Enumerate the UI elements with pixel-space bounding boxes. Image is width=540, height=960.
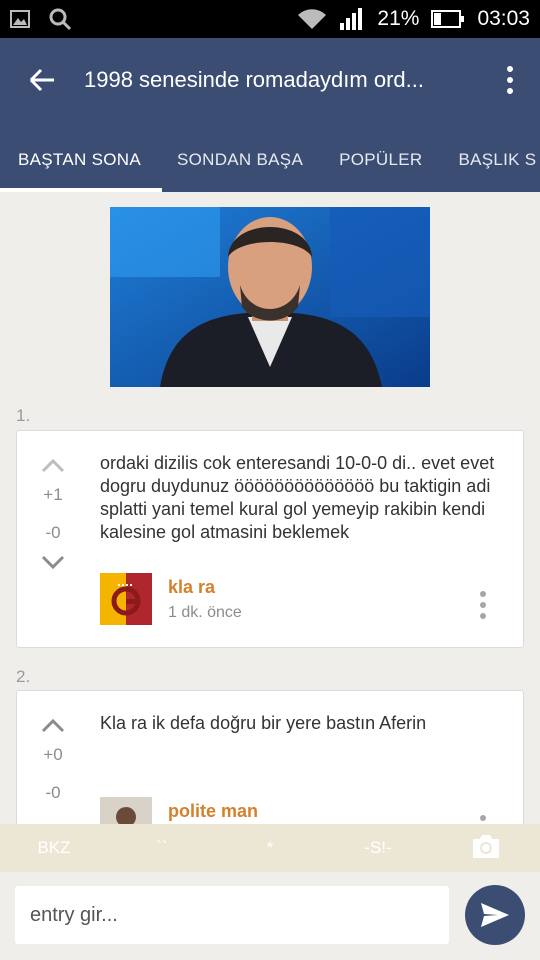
header-photo [110,207,430,387]
downvote-count: -0 [45,523,61,542]
app-bar: 1998 senesinde romadaydım ord... BAŞTAN … [0,38,540,192]
back-arrow-icon [29,68,54,92]
image-icon [10,10,30,28]
entry-number: 1. [16,406,31,425]
send-icon [481,903,509,927]
wifi-icon [298,9,327,30]
entry-text: ordaki dizilis cok enteresandi 10-0-0 di… [100,453,495,542]
entry-text: Kla ra ik defa doğru bir yere bastın Afe… [100,713,427,733]
entry-options-button[interactable] [479,815,487,824]
camera-button[interactable] [432,832,540,865]
overflow-menu-button[interactable] [480,66,540,94]
status-bar: 21% 03:03 [0,0,540,38]
backtick-button[interactable]: `` [108,838,216,858]
back-button[interactable] [0,68,84,92]
upvote-count: +0 [43,745,63,764]
upvote-icon[interactable] [41,717,65,733]
bkz-button[interactable]: BKZ [0,838,108,858]
tab-sondan-basa[interactable]: SONDAN BAŞA [177,122,303,170]
compose-bar [0,872,540,960]
vote-column: +0 -0 [41,717,65,803]
clock: 03:03 [477,7,530,30]
downvote-icon[interactable] [41,555,65,571]
author-avatar[interactable] [100,573,152,625]
search-icon [49,8,72,31]
entry-card: +1 -0 ordaki dizilis cok enteresandi 10-… [16,430,524,648]
format-toolbar: BKZ `` * -S!- [0,824,540,872]
tab-bar: BAŞTAN SONA SONDAN BAŞA POPÜLER BAŞLIK S [0,122,540,192]
battery-percent: 21% [377,7,420,30]
star-button[interactable]: * [216,838,324,858]
upvote-icon[interactable] [41,457,65,473]
entry-time: 1 dk. önce [168,604,242,621]
entry-input[interactable] [15,886,449,944]
send-button[interactable] [465,885,525,945]
entry-card: +0 -0 Kla ra ik defa doğru bir yere bast… [16,690,524,824]
vote-column: +1 -0 [41,457,65,571]
signal-icon [340,8,363,30]
tab-populer[interactable]: POPÜLER [339,122,422,170]
downvote-count: -0 [45,783,61,802]
tab-baslik[interactable]: BAŞLIK S [458,122,536,170]
battery-icon [431,10,465,28]
entry-number: 2. [16,667,31,686]
camera-icon [473,834,499,858]
author-name[interactable]: kla ra [168,577,215,598]
author-avatar[interactable] [100,797,152,824]
entry-list[interactable]: 1. +1 -0 ordaki dizilis cok enteresandi … [0,192,540,824]
tab-bastan-sona[interactable]: BAŞTAN SONA [18,122,141,170]
upvote-count: +1 [43,485,63,504]
page-title: 1998 senesinde romadaydım ord... [84,67,424,92]
author-name[interactable]: polite man [168,801,258,822]
entry-options-button[interactable] [479,591,487,619]
spoiler-button[interactable]: -S!- [324,838,432,858]
